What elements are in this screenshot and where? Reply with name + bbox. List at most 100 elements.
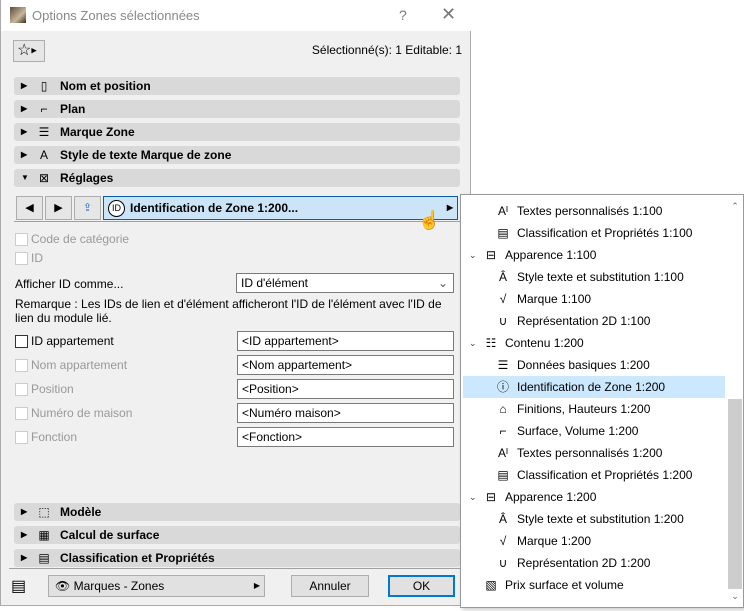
previous-panel-button[interactable]: ◀ <box>16 196 43 220</box>
section-label: Réglages <box>60 171 114 185</box>
menu-item-icon: ▤ <box>497 468 509 482</box>
id-circle-icon: ID <box>108 200 125 217</box>
section-style-de-texte-marque-de-zone[interactable]: ▶ A Style de texte Marque de zone <box>14 146 460 164</box>
fonction-field[interactable]: <Fonction> <box>237 427 454 447</box>
menu-item-icon: ▧ <box>485 578 497 592</box>
position-label: Position <box>31 382 74 396</box>
menu-item-marque-1-100[interactable]: √ Marque 1:100 <box>463 288 725 310</box>
menu-item-icon: ⓘ <box>496 380 509 394</box>
layers-icon: ▤ <box>11 578 27 595</box>
nom-appartement-field[interactable]: <Nom appartement> <box>237 355 454 375</box>
id-label: ID <box>31 251 43 265</box>
menu-item-style-texte-et-substitution-1-100[interactable]: Â Style texte et substitution 1:100 <box>463 266 725 288</box>
section-label: Style de texte Marque de zone <box>60 148 232 162</box>
menu-item-classification-et-proprietes-1-100[interactable]: ▤ Classification et Propriétés 1:100 <box>463 222 725 244</box>
triangle-right-icon: ▶ <box>21 150 28 159</box>
menu-item-textes-personnalises-1-100[interactable]: Aᴵ Textes personnalisés 1:100 <box>463 200 725 222</box>
section-plan[interactable]: ▶ ⌐ Plan <box>14 100 460 118</box>
menu-item-surface-volume-1-200[interactable]: ⌐ Surface, Volume 1:200 <box>463 420 725 442</box>
menu-item-textes-personnalises-1-200[interactable]: Aᴵ Textes personnalisés 1:200 <box>463 442 725 464</box>
favorites-button[interactable]: ☆▶ <box>13 40 45 62</box>
menu-scrollbar[interactable]: ⌃ ⌄ <box>728 197 742 605</box>
menu-item-apparence-1-100[interactable]: ⌄ ⊟ Apparence 1:100 <box>463 244 725 266</box>
section-modele[interactable]: ▶ ⬚ Modèle <box>14 503 460 521</box>
menu-item-label: Apparence 1:100 <box>505 248 597 262</box>
menu-item-finitions-hauteurs-1-200[interactable]: ⌂ Finitions, Hauteurs 1:200 <box>463 398 725 420</box>
menu-item-icon: ∪ <box>498 556 508 570</box>
section-nom-et-position[interactable]: ▶ ▯ Nom et position <box>14 77 460 95</box>
menu-item-label: Prix surface et volume <box>505 578 624 592</box>
menu-item-icon: Â <box>498 270 507 284</box>
help-button[interactable]: ? <box>399 7 407 23</box>
scroll-up-icon[interactable]: ⌃ <box>728 201 742 215</box>
menu-item-marque-1-200[interactable]: √ Marque 1:200 <box>463 530 725 552</box>
code-categorie-checkbox[interactable] <box>15 233 28 246</box>
chevron-down-icon[interactable]: ⌄ <box>469 244 477 266</box>
section-label: Nom et position <box>60 79 151 93</box>
menu-item-style-texte-et-substitution-1-200[interactable]: Â Style texte et substitution 1:200 <box>463 508 725 530</box>
menu-item-label: Style texte et substitution 1:200 <box>517 512 684 526</box>
close-button[interactable]: ✕ <box>441 4 456 25</box>
menu-item-icon: ∪ <box>498 314 508 328</box>
scroll-down-icon[interactable]: ⌄ <box>728 591 742 605</box>
next-panel-button[interactable]: ▶ <box>45 196 72 220</box>
menu-item-label: Marque 1:100 <box>517 292 592 306</box>
panel-selector-dropdown[interactable]: ID Identification de Zone 1:200... ▶ <box>103 196 458 220</box>
triangle-right-icon: ▶ <box>21 127 28 136</box>
window-title: Options Zones sélectionnées <box>32 8 200 23</box>
menu-item-icon: ⌐ <box>499 424 507 438</box>
section-label: Plan <box>60 102 86 116</box>
section-icon: A <box>39 148 48 162</box>
ok-button[interactable]: OK <box>388 575 455 597</box>
section-reglages[interactable]: ▼ ⊠ Réglages <box>14 169 460 187</box>
section-calcul-de-surface[interactable]: ▶ ▦ Calcul de surface <box>14 526 460 544</box>
menu-item-representation-2d-1-100[interactable]: ∪ Représentation 2D 1:100 <box>463 310 725 332</box>
menu-item-donnees-basiques-1-200[interactable]: ☰ Données basiques 1:200 <box>463 354 725 376</box>
menu-item-contenu-1-200[interactable]: ⌄ ☷ Contenu 1:200 <box>463 332 725 354</box>
menu-item-label: Contenu 1:200 <box>505 336 584 350</box>
chevron-down-icon[interactable]: ⌄ <box>469 486 477 508</box>
id-checkbox[interactable] <box>15 252 28 265</box>
section-icon: ⌐ <box>40 102 48 116</box>
menu-item-identification-de-zone-1-200[interactable]: ⓘ Identification de Zone 1:200 <box>463 376 725 398</box>
menu-item-label: Identification de Zone 1:200 <box>517 380 666 394</box>
position-field[interactable]: <Position> <box>237 379 454 399</box>
menu-item-representation-2d-1-200[interactable]: ∪ Représentation 2D 1:200 <box>463 552 725 574</box>
export-panel-button[interactable]: ⇪ <box>74 196 101 220</box>
id-appartement-field[interactable]: <ID appartement> <box>237 331 454 351</box>
triangle-right-icon: ▶ <box>253 581 260 590</box>
menu-item-classification-et-proprietes-1-200[interactable]: ▤ Classification et Propriétés 1:200 <box>463 464 725 486</box>
id-appartement-checkbox[interactable] <box>15 335 28 348</box>
section-classification-et-proprietes[interactable]: ▶ ▤ Classification et Propriétés <box>14 549 460 567</box>
menu-item-prix-surface-et-volume[interactable]: ▧ Prix surface et volume <box>463 574 725 596</box>
numero-de-maison-checkbox[interactable] <box>15 407 28 420</box>
divider <box>9 568 461 569</box>
menu-item-icon: ⊟ <box>485 490 497 504</box>
arrow-left-icon: ◀ <box>25 202 34 214</box>
menu-item-label: Représentation 2D 1:100 <box>517 314 651 328</box>
afficher-id-select[interactable]: ID d'élément ⌄ <box>236 273 454 293</box>
triangle-right-icon: ▶ <box>21 507 28 516</box>
position-checkbox[interactable] <box>15 383 28 396</box>
menu-item-icon: ☷ <box>485 336 497 350</box>
menu-item-icon: ⊟ <box>485 248 497 262</box>
nom-appartement-checkbox[interactable] <box>15 359 28 372</box>
menu-item-label: Apparence 1:200 <box>505 490 597 504</box>
triangle-down-icon: ▼ <box>21 173 29 182</box>
numero-de-maison-label: Numéro de maison <box>31 406 133 420</box>
title-bar: Options Zones sélectionnées ? ✕ <box>1 0 471 31</box>
numero-de-maison-field[interactable]: <Numéro maison> <box>237 403 454 423</box>
layer-value: Marques - Zones <box>73 579 165 593</box>
cancel-button[interactable]: Annuler <box>291 575 369 597</box>
chevron-down-icon[interactable]: ⌄ <box>469 332 477 354</box>
section-label: Classification et Propriétés <box>60 551 215 565</box>
layer-dropdown[interactable]: 👁 Marques - Zones ▶ <box>48 575 265 597</box>
menu-item-icon: Â <box>498 512 507 526</box>
arrow-right-icon: ▶ <box>54 202 63 214</box>
fonction-checkbox[interactable] <box>15 431 28 444</box>
scrollbar-thumb[interactable] <box>728 399 742 589</box>
menu-item-apparence-1-200[interactable]: ⌄ ⊟ Apparence 1:200 <box>463 486 725 508</box>
section-label: Modèle <box>60 505 102 519</box>
section-icon: ⬚ <box>38 505 50 519</box>
section-marque-zone[interactable]: ▶ ☰ Marque Zone <box>14 123 460 141</box>
